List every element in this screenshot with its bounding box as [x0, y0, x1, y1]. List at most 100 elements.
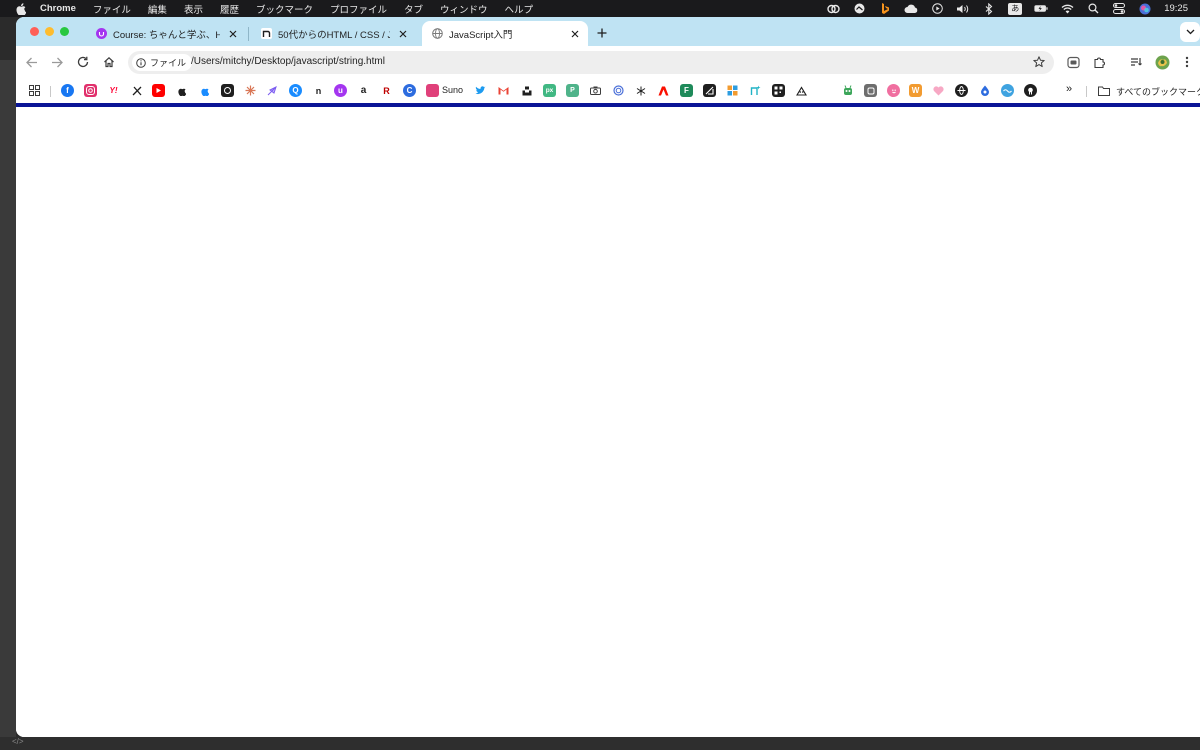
q-search-icon[interactable]: Q: [289, 84, 302, 97]
adobe-icon[interactable]: [657, 84, 670, 97]
profile-avatar-icon[interactable]: [1154, 54, 1170, 70]
camera-icon[interactable]: [589, 84, 602, 97]
volume-icon[interactable]: [956, 3, 970, 15]
wifi-icon[interactable]: [1060, 3, 1074, 15]
creative-cloud-icon[interactable]: [826, 3, 840, 15]
reading-list-icon[interactable]: [1128, 54, 1144, 70]
gmail-icon[interactable]: [497, 84, 510, 97]
tab-search-chevron-down-icon[interactable]: [1180, 22, 1200, 42]
pixabay-icon[interactable]: px: [543, 84, 556, 97]
green-robot-icon[interactable]: [841, 84, 854, 97]
window-minimize-button[interactable]: [45, 27, 54, 36]
menu-tab[interactable]: タブ: [404, 2, 423, 16]
play-icon[interactable]: [930, 3, 944, 15]
icloud-icon[interactable]: [904, 3, 918, 15]
tab-close-icon[interactable]: [226, 27, 240, 41]
spotlight-search-icon[interactable]: [1086, 3, 1100, 15]
tab-close-icon[interactable]: [568, 27, 582, 41]
browser-toolbar: ファイル /Users/mitchy/Desktop/javascript/st…: [16, 46, 1200, 79]
amazon-icon[interactable]: a: [357, 84, 370, 97]
url-text[interactable]: /Users/mitchy/Desktop/javascript/string.…: [191, 56, 385, 67]
bing-icon[interactable]: [878, 2, 892, 15]
note-bookmark-icon[interactable]: n: [312, 84, 325, 97]
apple-icon[interactable]: [175, 84, 188, 97]
page-content: [16, 103, 1200, 737]
pet-app-icon[interactable]: [795, 84, 808, 97]
feedly-icon[interactable]: F: [680, 84, 693, 97]
bookmark-star-icon[interactable]: [1032, 55, 1046, 69]
new-tab-plus-icon[interactable]: [593, 24, 611, 42]
twitter-bird-icon[interactable]: [474, 84, 487, 97]
blue-wave-icon[interactable]: [1001, 84, 1014, 97]
extensions-puzzle-icon[interactable]: [1091, 54, 1107, 70]
bookmarks-overflow-chevron-icon[interactable]: »: [1066, 83, 1072, 95]
github-icon[interactable]: [1024, 84, 1037, 97]
control-center-icon[interactable]: [1112, 3, 1126, 15]
chatgpt-icon[interactable]: [221, 84, 234, 97]
instagram-icon[interactable]: [84, 84, 97, 97]
tab-javascript-intro-active[interactable]: JavaScript入門: [422, 21, 588, 46]
unsplash-icon[interactable]: [520, 84, 533, 97]
suno-label[interactable]: Suno: [442, 85, 463, 95]
menu-view[interactable]: 表示: [184, 2, 203, 16]
extension-square-icon[interactable]: [1065, 54, 1081, 70]
sync-app-icon[interactable]: [852, 3, 866, 15]
rakuten-icon[interactable]: R: [380, 84, 393, 97]
yahoo-japan-icon[interactable]: Y!: [107, 84, 120, 97]
battery-icon[interactable]: [1034, 3, 1048, 15]
ring-logo-icon[interactable]: [612, 84, 625, 97]
w-app-icon[interactable]: W: [909, 84, 922, 97]
puzzle-app-icon[interactable]: [726, 84, 739, 97]
facebook-icon[interactable]: f: [61, 84, 74, 97]
menu-history[interactable]: 履歴: [220, 2, 239, 16]
apps-grid-icon[interactable]: [28, 84, 41, 97]
water-drop-icon[interactable]: [978, 84, 991, 97]
info-icon: [136, 57, 146, 68]
sparkle-app-icon[interactable]: [749, 84, 762, 97]
bookmarks-bar: f Y! Q n u a R C Suno px P F W » すべてのブック…: [16, 79, 1200, 103]
qr-code-icon[interactable]: [772, 84, 785, 97]
tab-course-html[interactable]: Course: ちゃんと学ぶ、HTML/CSS: [86, 21, 246, 46]
perplexity-icon[interactable]: [634, 84, 647, 97]
forward-arrow-icon[interactable]: [49, 54, 65, 70]
background-window-edge: [0, 60, 16, 750]
chrome-menu-icon[interactable]: [1179, 54, 1195, 70]
siri-icon[interactable]: [1138, 3, 1152, 15]
menu-profiles[interactable]: プロファイル: [330, 2, 387, 16]
feather-icon[interactable]: [266, 84, 279, 97]
udemy-bookmark-icon[interactable]: u: [334, 84, 347, 97]
app-grey-icon[interactable]: [864, 84, 877, 97]
app-menu-chrome[interactable]: Chrome: [40, 3, 76, 14]
menu-help[interactable]: ヘルプ: [505, 2, 534, 16]
heart-icon[interactable]: [932, 84, 945, 97]
menu-bar-clock[interactable]: 19:25: [1164, 3, 1188, 14]
menu-window[interactable]: ウィンドウ: [440, 2, 488, 16]
capcut-icon[interactable]: [703, 84, 716, 97]
menu-bookmarks[interactable]: ブックマーク: [256, 2, 313, 16]
address-bar[interactable]: ファイル /Users/mitchy/Desktop/javascript/st…: [128, 51, 1054, 74]
claude-icon[interactable]: [244, 84, 257, 97]
menu-edit[interactable]: 編集: [148, 2, 167, 16]
youtube-icon[interactable]: [152, 84, 165, 97]
bluetooth-icon[interactable]: [982, 2, 996, 15]
input-method-indicator[interactable]: あ: [1008, 2, 1023, 15]
home-icon[interactable]: [101, 54, 117, 70]
window-zoom-button[interactable]: [60, 27, 69, 36]
pink-face-icon[interactable]: [887, 84, 900, 97]
pexels-icon[interactable]: P: [566, 84, 579, 97]
reload-icon[interactable]: [75, 54, 91, 70]
apple-blue-icon[interactable]: [198, 84, 211, 97]
menu-file[interactable]: ファイル: [93, 2, 131, 16]
window-close-button[interactable]: [30, 27, 39, 36]
suno-icon[interactable]: [426, 84, 439, 97]
x-twitter-icon[interactable]: [130, 84, 143, 97]
apple-menu-icon[interactable]: [14, 2, 28, 16]
tab-close-icon[interactable]: [396, 27, 410, 41]
tab-note-50s[interactable]: 50代からのHTML / CSS / JavaScript: [251, 21, 416, 46]
site-info-chip[interactable]: ファイル: [132, 54, 193, 71]
all-bookmarks-button[interactable]: すべてのブックマーク: [1098, 83, 1200, 99]
canva-icon[interactable]: C: [403, 84, 416, 97]
globe-dark-icon[interactable]: [955, 84, 968, 97]
back-arrow-icon[interactable]: [24, 54, 40, 70]
menu-bar-status-area: あ 19:25: [826, 0, 1200, 17]
